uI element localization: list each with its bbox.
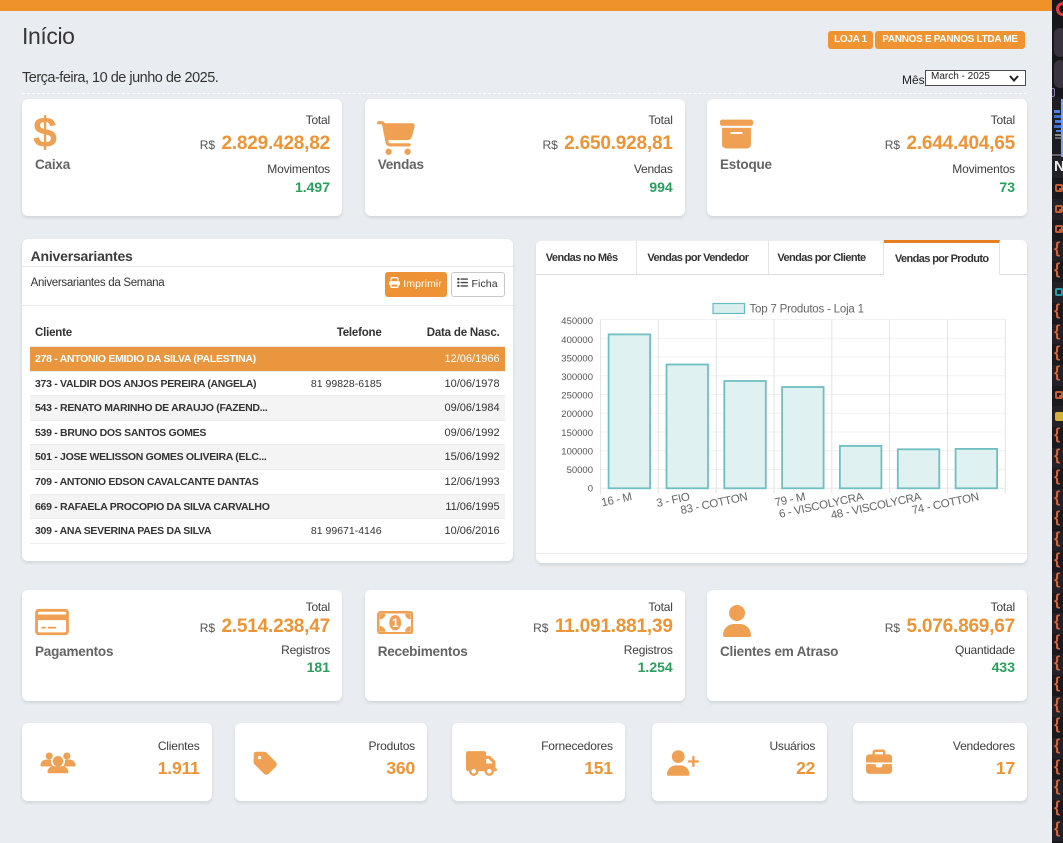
svg-text:50000: 50000 <box>567 465 593 476</box>
svg-text:16 - M: 16 - M <box>601 491 634 509</box>
svg-text:200000: 200000 <box>562 409 594 420</box>
svg-text:74 - COTTON: 74 - COTTON <box>911 491 980 517</box>
svg-text:300000: 300000 <box>562 372 594 383</box>
svg-text:100000: 100000 <box>562 446 594 457</box>
svg-text:0: 0 <box>588 484 593 495</box>
svg-text:350000: 350000 <box>562 353 594 364</box>
svg-text:Top 7 Produtos - Loja 1: Top 7 Produtos - Loja 1 <box>750 304 864 316</box>
svg-text:400000: 400000 <box>562 335 594 346</box>
svg-text:1: 1 <box>392 615 399 629</box>
svg-text:150000: 150000 <box>562 428 594 439</box>
svg-text:450000: 450000 <box>562 316 594 327</box>
svg-text:83 - COTTON: 83 - COTTON <box>680 491 749 517</box>
svg-text:250000: 250000 <box>562 391 594 402</box>
